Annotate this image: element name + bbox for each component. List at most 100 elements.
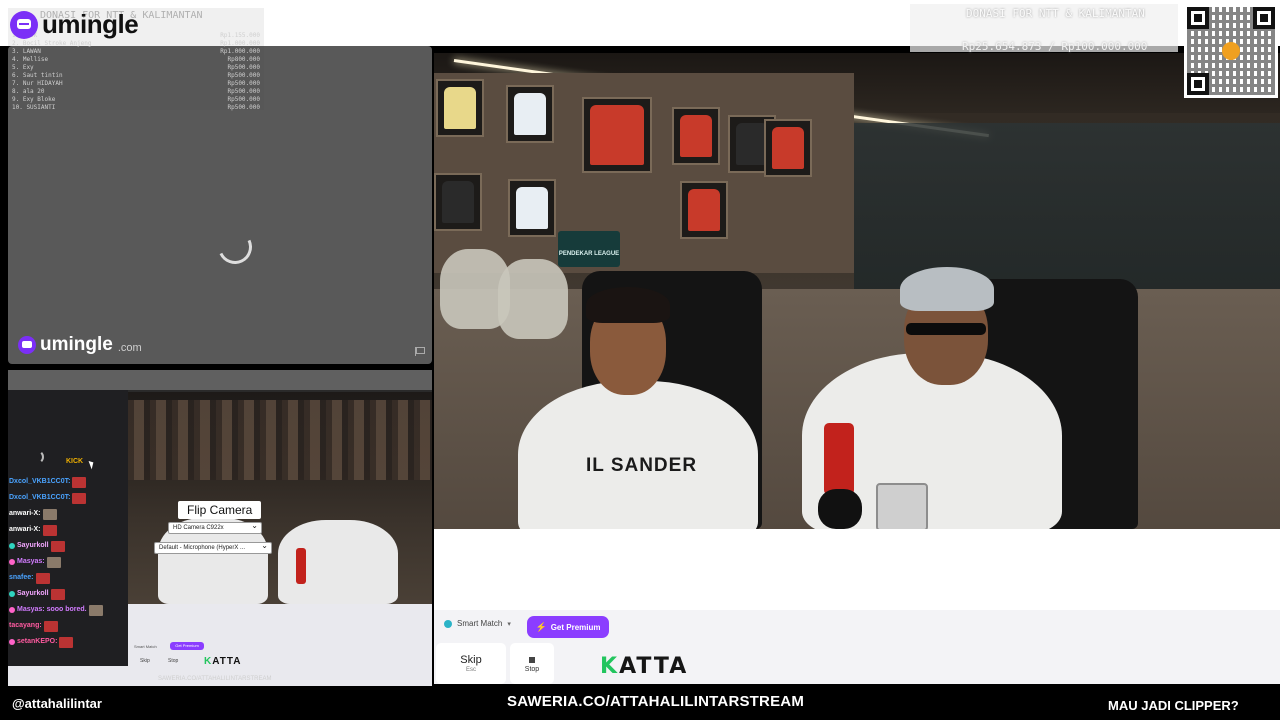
league-sign: PENDEKAR LEAGUE — [558, 231, 620, 267]
chat-username: anwari-X: — [9, 510, 41, 517]
chat-emote-icon — [43, 620, 58, 632]
main-camera-video: PENDEKAR LEAGUE IL SANDER — [434, 53, 1280, 529]
microphone-select[interactable]: Default - Microphone (HyperX ... — [154, 541, 272, 554]
report-flag-icon[interactable] — [415, 347, 425, 356]
mini-stop: Stop — [168, 658, 179, 664]
katta-logo: KATTA — [600, 654, 689, 679]
loading-spinner-icon — [213, 225, 257, 269]
chat-emote-icon — [42, 508, 57, 520]
leaderboard-row: 7. Nur HIDAYAH Rp500.000 — [12, 80, 260, 87]
leaderboard-row: 3. LAWAN Rp1.000.000 — [12, 48, 260, 55]
bolt-icon: ⚡ — [535, 621, 547, 632]
stop-button[interactable]: Stop — [510, 643, 554, 684]
watermark-name: umingle — [40, 334, 113, 355]
chat-username: tacayang: — [9, 622, 42, 629]
premium-label: Get Premium — [550, 622, 601, 632]
skip-shortcut: Esc — [465, 667, 476, 673]
chat-column: KICK Dxcol_VKB1CC0T: Dxcol_VKB1CC0T: anwar… — [8, 390, 128, 666]
chat-username: Masyas: sooo bored. — [17, 606, 87, 613]
hair — [586, 287, 670, 323]
chat-username: snafee: — [9, 574, 34, 581]
qr-code — [1184, 4, 1278, 98]
saweria-link: SAWERIA.CO/ATTAHALILINTARSTREAM — [507, 693, 805, 710]
leaderboard-row: 2. Bocil Stroke Anjeng Rp1.000.000 — [12, 40, 260, 47]
chat-emote-icon — [59, 636, 74, 648]
framed-jersey — [434, 173, 482, 231]
clipper-cta: MAU JADI CLIPPER? — [1108, 698, 1239, 713]
chat-message: Masyas: sooo bored. — [8, 602, 128, 618]
leaderboard-row: 4. Mellise Rp800.000 — [12, 56, 260, 63]
framed-jersey — [680, 181, 728, 239]
chat-emote-icon — [72, 492, 87, 504]
chat-message: setanKEPO: — [8, 634, 128, 650]
chat-badge-icon — [9, 607, 15, 613]
chat-username: Masyas: — [17, 558, 45, 565]
chat-list: Dxcol_VKB1CC0T: Dxcol_VKB1CC0T: anwari-X: a… — [8, 474, 128, 650]
get-premium-button[interactable]: ⚡ Get Premium — [527, 616, 609, 638]
chat-message: anwari-X: — [8, 506, 128, 522]
smart-match-label: Smart Match — [457, 619, 503, 628]
qr-finder — [1253, 7, 1275, 29]
stream-capture: KICK Dxcol_VKB1CC0T: Dxcol_VKB1CC0T: anwar… — [8, 370, 432, 686]
qr-logo — [1222, 42, 1240, 60]
umingle-logo[interactable]: umingle — [10, 9, 139, 40]
chat-emote-icon — [50, 588, 65, 600]
scooter — [498, 259, 568, 339]
skip-button[interactable]: Skip Esc — [436, 643, 506, 684]
donation-title: DONASI FOR NTT & KALIMANTAN — [966, 7, 1145, 20]
loading-spinner-icon — [30, 450, 44, 464]
chat-message: Dxcol_VKB1CC0T: — [8, 474, 128, 490]
capture-header — [8, 370, 432, 390]
watermark-domain: .com — [117, 341, 142, 354]
microphone — [824, 423, 854, 495]
chat-bubble-icon — [18, 336, 36, 354]
mini-katta-logo: KATTA — [204, 656, 242, 667]
chat-emote-icon — [72, 476, 87, 488]
mini-saweria: SAWERIA.CO/ATTAHALILINTARSTREAM — [158, 676, 272, 682]
chat-badge-icon — [9, 591, 15, 597]
panel-watermark: umingle .com — [18, 334, 142, 356]
display-cabinet — [854, 123, 1280, 293]
chat-message: Masyas: — [8, 554, 128, 570]
leaderboard-row: 9. Exy Bloke Rp500.000 — [12, 96, 260, 103]
chat-message: snafee: — [8, 570, 128, 586]
framed-jersey — [436, 79, 484, 137]
chat-username: Dxcol_VKB1CC0T: — [9, 478, 71, 485]
chat-emote-icon — [35, 572, 50, 584]
microphone — [296, 548, 306, 584]
chat-message: Dxcol_VKB1CC0T: — [8, 490, 128, 506]
framed-jersey — [508, 179, 556, 237]
mini-premium-button: Get Premium — [170, 642, 204, 650]
chat-bubble-icon — [10, 10, 38, 39]
phone — [876, 483, 928, 529]
qr-finder — [1187, 7, 1209, 29]
chat-emote-icon — [46, 556, 61, 568]
framed-jersey — [506, 85, 554, 143]
qr-finder — [1187, 73, 1209, 95]
chat-username: anwari-X: — [9, 526, 41, 533]
skip-label: Skip — [460, 654, 482, 666]
leaderboard-row: 8. ala 20 Rp500.000 — [12, 88, 260, 95]
leaderboard-row: 5. Exy Rp500.000 — [12, 64, 260, 71]
mini-smart-match: Smart Match — [134, 644, 157, 649]
stop-icon — [529, 657, 535, 663]
mic-stand — [818, 489, 862, 529]
mouse-cursor-icon — [88, 459, 96, 470]
chat-message: Sayurkoll — [8, 538, 128, 554]
inner-camera-preview — [128, 392, 432, 604]
globe-icon — [444, 619, 452, 628]
camera-select[interactable]: HD Camera C922x — [168, 521, 262, 534]
chevron-down-icon: ▾ — [507, 620, 511, 628]
smart-match-dropdown[interactable]: Smart Match ▾ — [444, 619, 511, 628]
leaderboard-row: 6. Saut tintin Rp500.000 — [12, 72, 260, 79]
mini-skip: Skip — [140, 658, 150, 664]
chat-badge-icon — [9, 639, 15, 645]
chat-username: Sayurkoll — [17, 590, 49, 597]
chat-badge-icon — [9, 559, 15, 565]
chat-badge-icon — [9, 543, 15, 549]
logo-text: umingle — [42, 9, 139, 39]
donation-amount: Rp25.654.873 / Rp100.000.000 — [962, 40, 1148, 53]
stream-footer: @attahalilintar SAWERIA.CO/ATTAHALILINTA… — [0, 686, 1280, 720]
flip-camera-tooltip[interactable]: Flip Camera — [178, 501, 262, 519]
chat-message: Sayurkoll — [8, 586, 128, 602]
